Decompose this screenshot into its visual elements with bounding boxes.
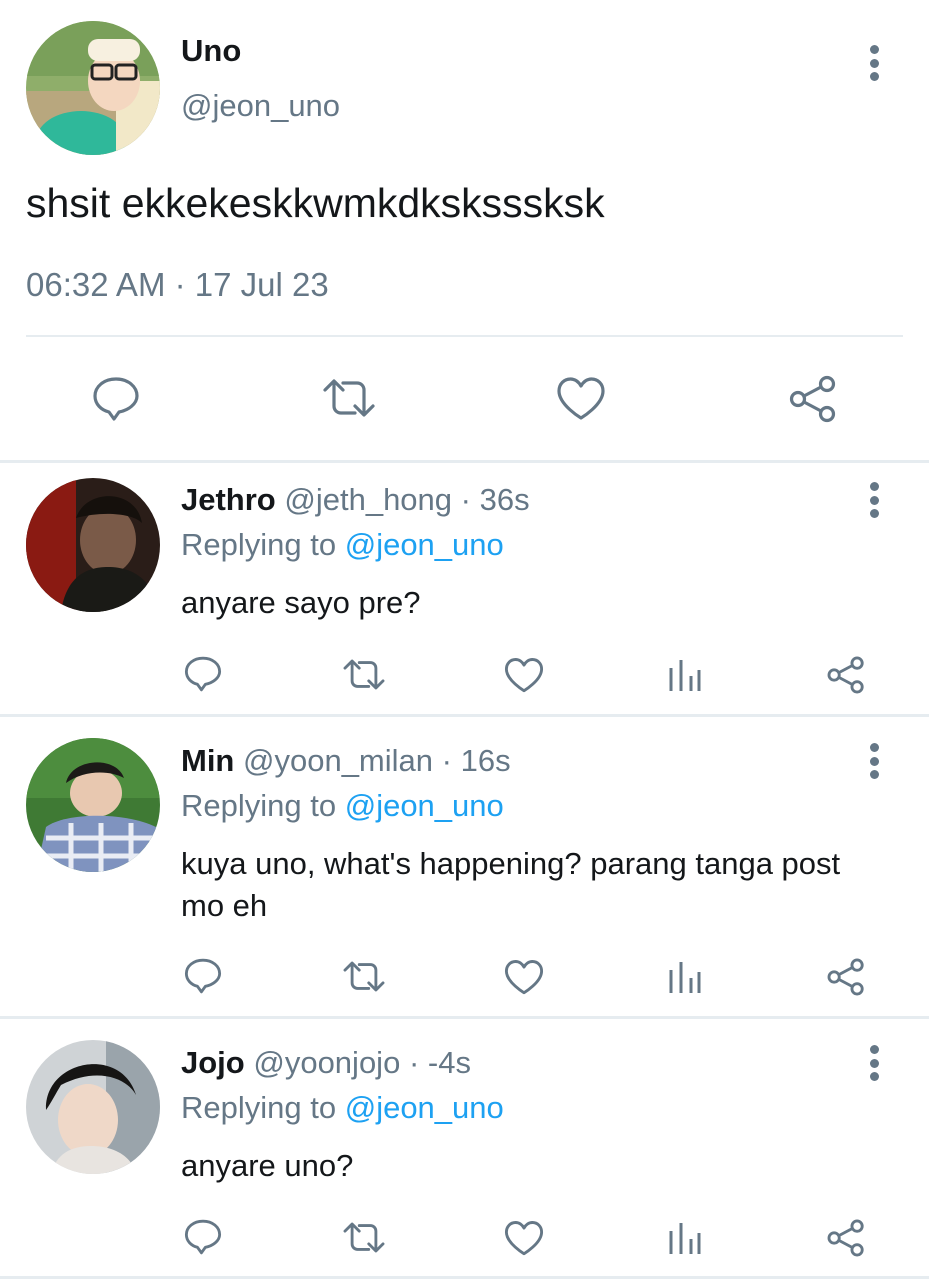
reply-time: -4s [427,1045,471,1080]
views-icon[interactable] [668,658,702,692]
like-icon[interactable] [504,1220,544,1257]
avatar-uno[interactable] [26,21,160,155]
reply-author-handle[interactable]: @jeth_hong [284,482,452,517]
like-icon[interactable] [504,959,544,996]
reply-text: kuya uno, what's happening? parang tanga… [181,846,841,923]
section-divider [0,1276,929,1279]
share-icon[interactable] [826,656,866,694]
reply-author-name[interactable]: Jojo [181,1045,245,1080]
more-options-icon[interactable] [868,1045,880,1081]
section-divider [0,460,929,463]
views-icon[interactable] [668,1221,702,1255]
more-options-icon[interactable] [868,45,880,81]
reply-header: Jojo @yoonjojo · -4s [181,1045,471,1081]
retweet-icon[interactable] [341,657,387,692]
avatar-jojo[interactable] [26,1040,160,1174]
replying-to: Replying to @jeon_uno [181,527,504,563]
reply-icon[interactable] [184,655,222,693]
reply-time: 16s [460,743,511,778]
tweet-date: 17 Jul 23 [194,266,329,303]
retweet-icon[interactable] [341,1220,387,1255]
avatar-image [26,21,160,155]
reply-text: anyare sayo pre? [181,585,421,620]
replying-to: Replying to @jeon_uno [181,788,504,824]
reply-icon[interactable] [184,957,222,995]
tweet-time: 06:32 AM [26,266,166,303]
reply-icon[interactable] [184,1218,222,1256]
retweet-icon[interactable] [320,376,378,420]
views-icon[interactable] [668,960,702,994]
author-name[interactable]: Uno [181,33,241,69]
separator: · [408,1045,420,1080]
separator: · [460,482,471,517]
share-icon[interactable] [826,958,866,996]
more-options-icon[interactable] [868,482,880,518]
share-icon[interactable] [788,375,838,423]
section-divider [0,714,929,717]
replying-prefix: Replying to [181,788,337,823]
reply-author-handle[interactable]: @yoonjojo [253,1045,400,1080]
retweet-icon[interactable] [341,959,387,994]
reply-icon[interactable] [92,376,140,422]
like-icon[interactable] [504,657,544,694]
mention-link[interactable]: @jeon_uno [345,527,504,562]
avatar-image [26,738,160,872]
avatar-jethro[interactable] [26,478,160,612]
avatar-image [26,478,160,612]
like-icon[interactable] [556,376,606,422]
divider [26,335,903,337]
replying-prefix: Replying to [181,1090,337,1125]
avatar-min[interactable] [26,738,160,872]
reply-header: Min @yoon_milan · 16s [181,743,511,779]
replying-prefix: Replying to [181,527,337,562]
reply-author-name[interactable]: Jethro [181,482,276,517]
separator: · [441,743,452,778]
section-divider [0,1016,929,1019]
replying-to: Replying to @jeon_uno [181,1090,504,1126]
reply-author-handle[interactable]: @yoon_milan [243,743,433,778]
reply-header: Jethro @jeth_hong · 36s [181,482,530,518]
reply-text: anyare uno? [181,1148,354,1183]
reply-time: 36s [479,482,530,517]
more-options-icon[interactable] [868,743,880,779]
tweet-timestamp: 06:32 AM · 17 Jul 23 [26,266,329,304]
mention-link[interactable]: @jeon_uno [345,788,504,823]
author-handle[interactable]: @jeon_uno [181,88,340,124]
share-icon[interactable] [826,1219,866,1257]
reply-author-name[interactable]: Min [181,743,234,778]
avatar-image [26,1040,160,1174]
separator: · [174,266,186,303]
mention-link[interactable]: @jeon_uno [345,1090,504,1125]
tweet-text: shsit ekkekeskkwmkdksksssksk [26,180,605,226]
